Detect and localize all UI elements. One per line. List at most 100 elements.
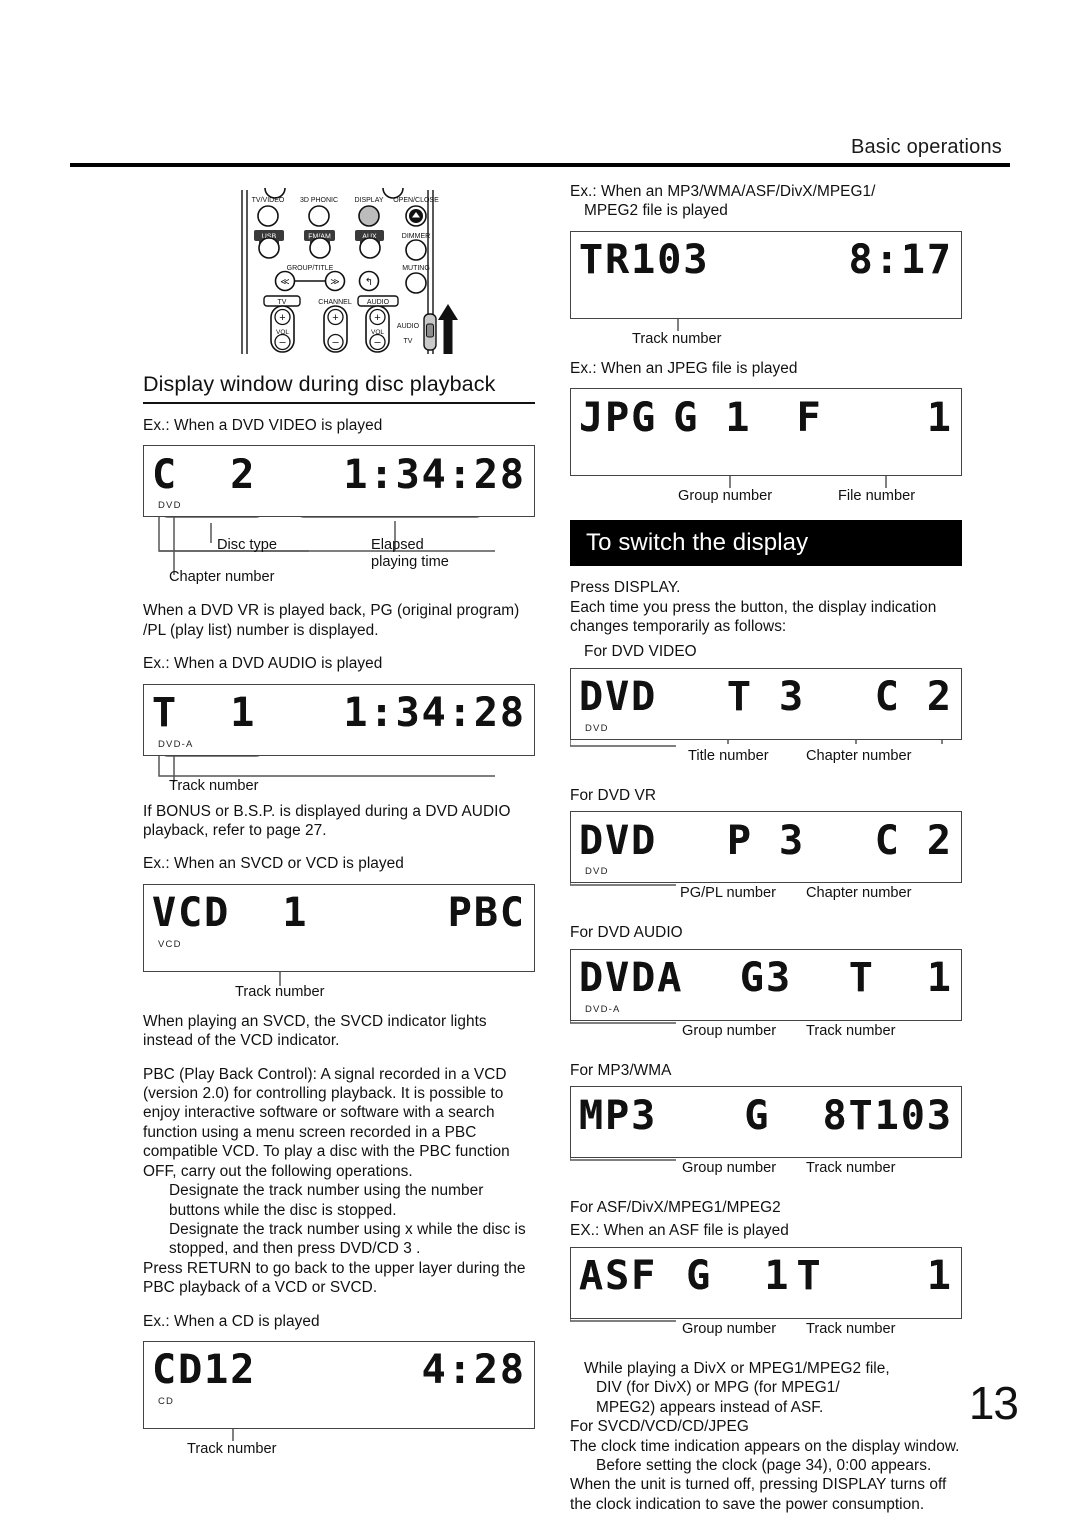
- page-number: 13: [968, 1377, 1019, 1429]
- lcd-text-right: PBC: [447, 890, 526, 937]
- note-divx-line2: DIV (for DivX) or MPG (for MPEG1/: [596, 1379, 840, 1397]
- callout-group-jpeg: Group number File number: [570, 476, 962, 516]
- lcd-panel-jpeg: JPG G 1 F 1: [570, 388, 962, 477]
- callout-elapsed-line2: playing time: [371, 554, 449, 571]
- lcd-text-a: DVD: [579, 817, 658, 864]
- left-column: Display window during disc playback Ex.:…: [143, 182, 535, 1469]
- label-for-dvd-vr: For DVD VR: [570, 786, 657, 804]
- callout-elapsed-line1: Elapsed: [371, 537, 424, 554]
- example-label-dvd-video: Ex.: When a DVD VIDEO is played: [143, 417, 383, 434]
- note-bonus: If BONUS or B.S.P. is displayed during a…: [143, 802, 511, 840]
- section-banner-switch-display: To switch the display: [570, 520, 962, 567]
- callout-track-number: Track number: [806, 1022, 896, 1039]
- note-dvd-vr: When a DVD VR is played back, PG (origin…: [143, 602, 520, 639]
- note-before-clock: Before setting the clock (page 34), 0:00…: [596, 1456, 932, 1474]
- note-divx-line1: While playing a DivX or MPEG1/MPEG2 file…: [584, 1359, 890, 1377]
- note-power-off: When the unit is turned off, pressing DI…: [570, 1476, 947, 1513]
- callout-disc-type: Disc type: [217, 537, 278, 554]
- lcd-panel-mp3-file: TR103 8:17: [570, 230, 962, 319]
- lcd-text-c: C 2: [874, 674, 953, 721]
- callout-group-dvd-video: Disc type Chapter number Elapsed playing…: [143, 517, 535, 601]
- callout-track-number: Track number: [187, 1440, 277, 1457]
- lcd-panel-switch-mp3: MP3 G 8 T103: [570, 1086, 962, 1159]
- callout-group-switch-dvd-audio: Group number Track number: [570, 1020, 962, 1061]
- lcd-text-left: T 1: [152, 690, 257, 737]
- lcd-text-c: T 1: [796, 1253, 953, 1300]
- example-label-svcd-vcd: Ex.: When an SVCD or VCD is played: [143, 855, 404, 873]
- pbc-step-1: Designate the track number using the num…: [169, 1182, 484, 1219]
- example-label-dvd-audio: Ex.: When a DVD AUDIO is played: [143, 655, 383, 673]
- lcd-indicator-disc-type: DVD: [585, 866, 609, 878]
- callout-group-switch-dvd-video: Title number Chapter number: [570, 739, 962, 786]
- callout-group-switch-mp3: Group number Track number: [570, 1158, 962, 1198]
- note-divx-line3: MPEG2) appears instead of ASF.: [596, 1398, 824, 1416]
- lcd-text-b: G 1: [686, 1253, 791, 1300]
- lcd-indicator-disc-type: [571, 443, 961, 459]
- lcd-panel-dvd-audio: T 1 1:34:28 DVD-A: [143, 683, 535, 756]
- example-label-mp3-line2: MPEG2 file is played: [584, 202, 728, 220]
- callout-track-number: Track number: [632, 330, 722, 347]
- callout-group-number: Group number: [682, 1320, 777, 1337]
- lcd-indicator-disc-type: CD: [158, 1395, 175, 1407]
- callout-chapter-number: Chapter number: [169, 569, 275, 586]
- section-heading-display-window: Display window during disc playback: [143, 372, 535, 404]
- label-for-asf: For ASF/DivX/MPEG1/MPEG2: [570, 1199, 781, 1217]
- page-title: Basic operations: [850, 136, 1002, 158]
- example-label-mp3-line1: Ex.: When an MP3/WMA/ASF/DivX/MPEG1/: [570, 183, 876, 200]
- lcd-text-b: G3: [739, 955, 793, 1002]
- lcd-text-b: P 3: [726, 817, 806, 864]
- lcd-text-c: C 2: [874, 817, 953, 864]
- callout-track-number: Track number: [806, 1160, 896, 1177]
- lcd-text-right: F 1: [796, 394, 953, 441]
- lcd-panel-switch-dvd-audio: DVDA G3 T 1 DVD-A: [570, 948, 962, 1021]
- lcd-indicator-disc-type: DVD-A: [585, 1003, 621, 1015]
- callout-track-number: Track number: [806, 1320, 896, 1337]
- lcd-indicator-disc-type: [571, 286, 961, 302]
- lcd-text-b: G 8: [744, 1092, 849, 1139]
- callout-chapter-number: Chapter number: [806, 747, 912, 764]
- lcd-panel-switch-dvd-video: DVD T 3 C 2 DVD: [570, 667, 962, 740]
- lcd-text-mid: G 1: [673, 394, 752, 441]
- lcd-text-left: JPG: [579, 394, 658, 441]
- lcd-text-left: CD12: [152, 1347, 257, 1394]
- example-label-jpeg: Ex.: When an JPEG file is played: [570, 359, 798, 377]
- callout-group-vcd: Track number: [143, 971, 535, 1012]
- right-column: Ex.: When an MP3/WMA/ASF/DivX/MPEG1/ MPE…: [570, 182, 962, 1514]
- lcd-text-right: 1:34:28: [343, 451, 526, 498]
- lcd-text-left: VCD 1: [152, 890, 309, 937]
- lcd-text-b: T 3: [726, 674, 806, 721]
- lcd-indicator-disc-type: [571, 1141, 961, 1157]
- callout-lines-dvd-video: [158, 517, 495, 576]
- lcd-panel-vcd: VCD 1 PBC VCD: [143, 883, 535, 972]
- callout-group-number: Group number: [678, 488, 773, 505]
- lcd-indicator-disc-type: DVD-A: [158, 738, 194, 750]
- note-svcd-indicator: When playing an SVCD, the SVCD indicator…: [143, 1012, 487, 1050]
- callout-title-number: Title number: [688, 747, 769, 764]
- lcd-panel-switch-asf: ASF G 1 T 1: [570, 1246, 962, 1319]
- lcd-text-c: T 1: [848, 955, 954, 1002]
- callout-group-switch-dvd-vr: PG/PL number Chapter number: [570, 883, 962, 923]
- note-clock-indication: The clock time indication appears on the…: [570, 1437, 960, 1455]
- lcd-text-a: DVD: [579, 674, 658, 721]
- callout-group-cd: Track number: [143, 1428, 535, 1469]
- lcd-indicator-disc-type: DVD: [585, 722, 609, 734]
- callout-track-number: Track number: [235, 983, 325, 1000]
- callout-group-number: Group number: [682, 1022, 777, 1039]
- callout-group-number: Group number: [682, 1160, 777, 1177]
- callout-lines-vcd: [279, 971, 281, 986]
- callout-chapter-number: Chapter number: [806, 885, 912, 902]
- instruction-press-display: Press DISPLAY.: [570, 579, 681, 597]
- callout-group-mp3-file: Track number: [570, 318, 962, 359]
- lcd-text-c: T103: [848, 1092, 953, 1139]
- callout-group-switch-asf: Group number Track number: [570, 1318, 962, 1359]
- lcd-text-right: 8:17: [848, 237, 953, 284]
- lcd-text-right: 1:34:28: [343, 690, 526, 737]
- label-for-dvd-video: For DVD VIDEO: [584, 643, 697, 661]
- page-header: Basic operations: [70, 136, 1010, 167]
- instruction-each-time: Each time you press the button, the disp…: [570, 598, 937, 636]
- callout-track-number: Track number: [169, 777, 259, 794]
- lcd-panel-cd: CD12 4:28 CD: [143, 1340, 535, 1429]
- header-rule: [70, 163, 1010, 167]
- lcd-indicator-disc-type: VCD: [158, 938, 182, 950]
- note-pbc: PBC (Play Back Control): A signal record…: [143, 1065, 510, 1180]
